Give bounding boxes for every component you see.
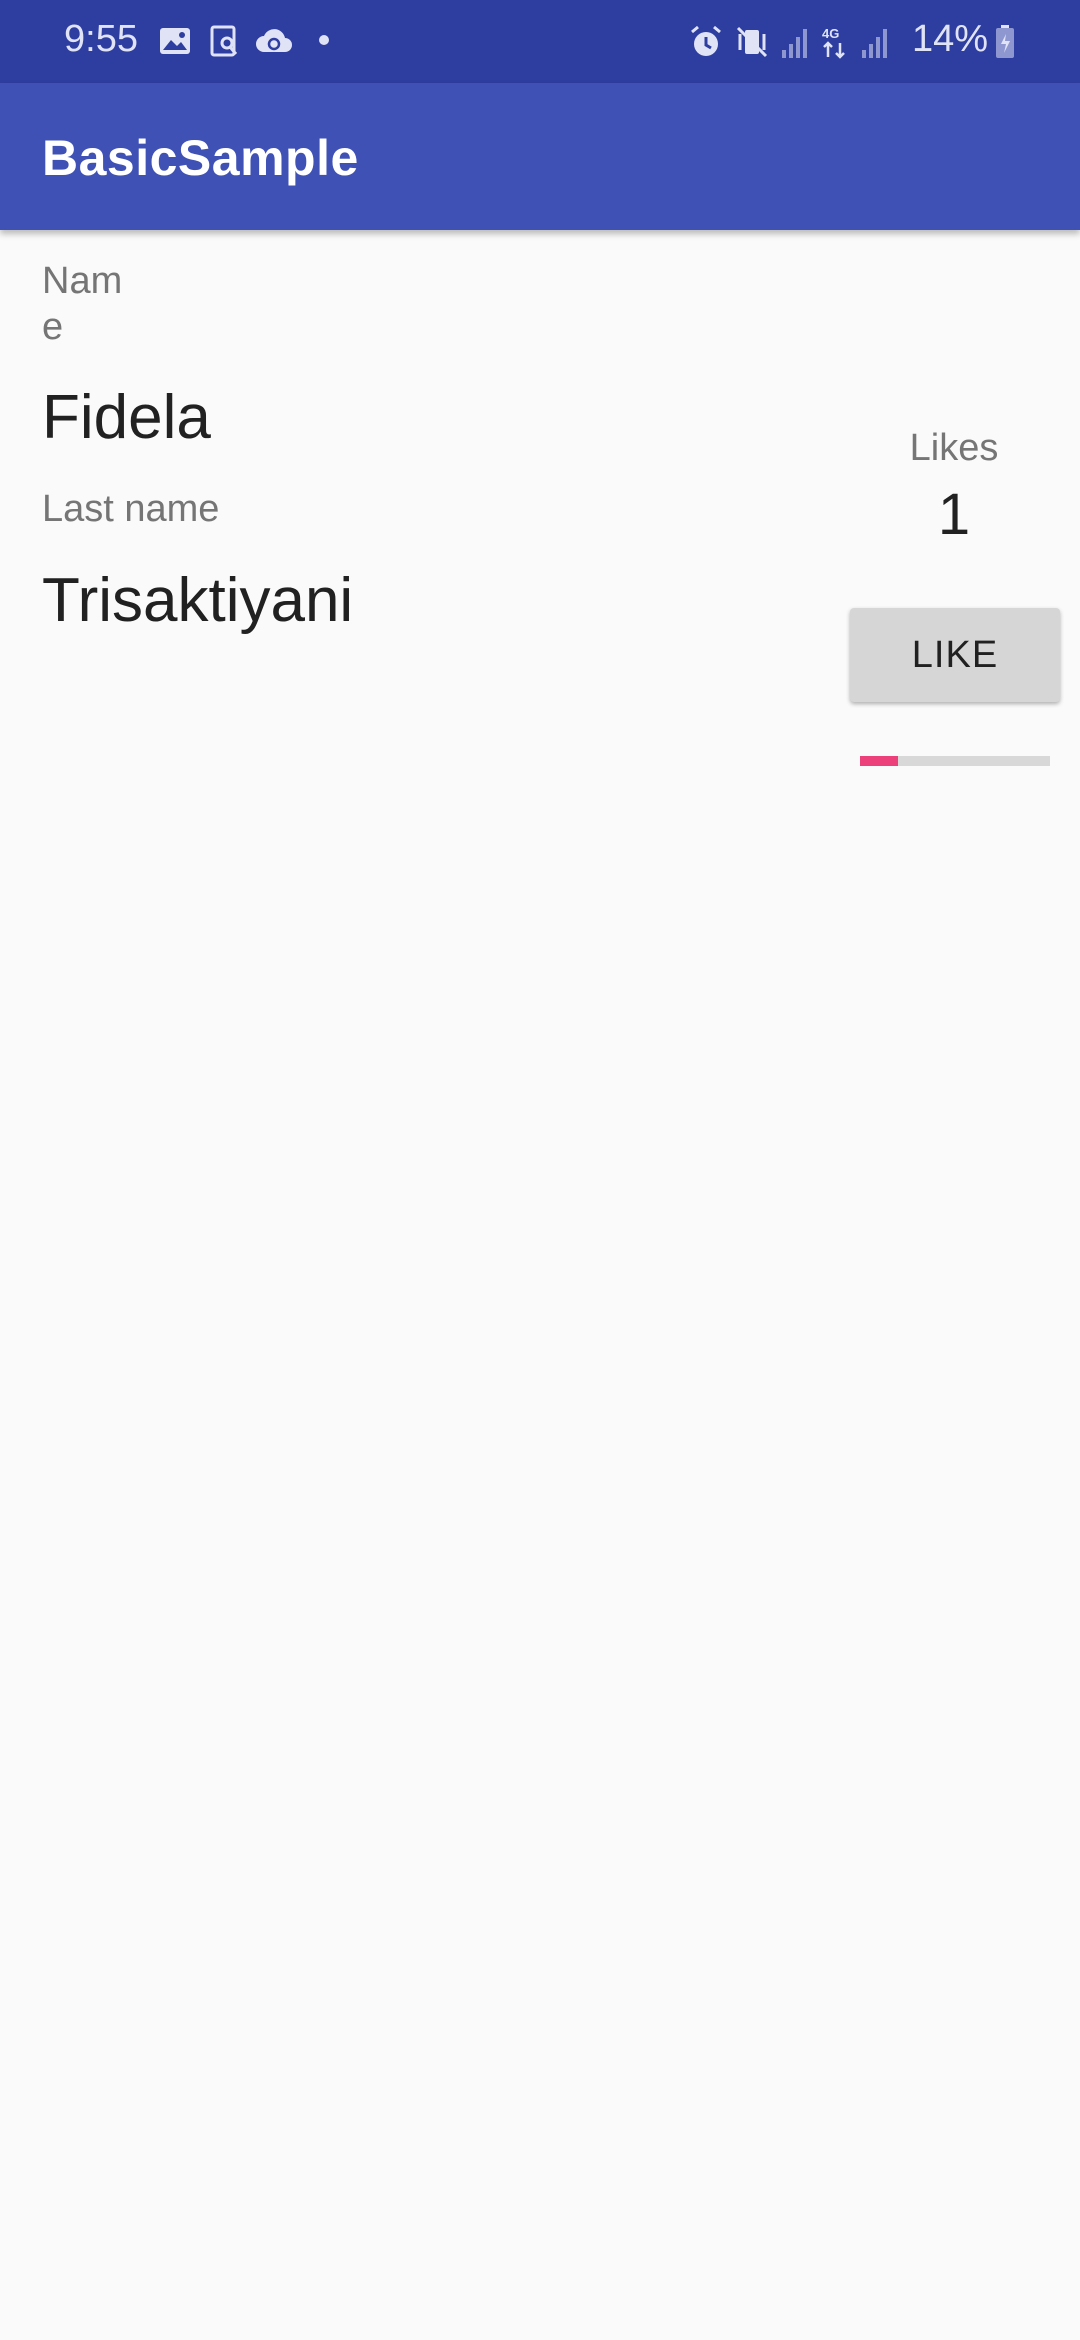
- status-bar: 9:55 4G 14%: [0, 0, 1080, 83]
- vibrate-icon: [736, 26, 768, 58]
- status-time: 9:55: [64, 18, 138, 60]
- battery-icon: [996, 25, 1014, 58]
- lastname-label: Last name: [42, 488, 220, 530]
- like-button[interactable]: LIKE: [850, 608, 1060, 702]
- lastname-value: Trisaktiyani: [42, 566, 354, 635]
- likes-progress-fill: [860, 756, 898, 766]
- cloud-sync-icon: [256, 29, 292, 52]
- name-label: Name: [42, 260, 123, 348]
- svg-text:4G: 4G: [822, 26, 839, 41]
- signal-icon: [782, 29, 807, 58]
- screenshot-icon: [210, 25, 238, 57]
- 4g-icon: 4G: [822, 26, 845, 59]
- likes-progress-bar: [860, 756, 1050, 766]
- app-bar: BasicSample: [0, 83, 1080, 230]
- likes-count: 1: [937, 482, 971, 547]
- image-icon: [160, 28, 190, 54]
- likes-label: Likes: [909, 427, 999, 469]
- dot-icon: [319, 35, 329, 45]
- alarm-icon: [691, 25, 721, 56]
- app-title: BasicSample: [42, 130, 359, 186]
- signal-icon: [862, 29, 887, 58]
- name-value: Fidela: [42, 383, 211, 452]
- battery-percentage: 14%: [912, 18, 989, 60]
